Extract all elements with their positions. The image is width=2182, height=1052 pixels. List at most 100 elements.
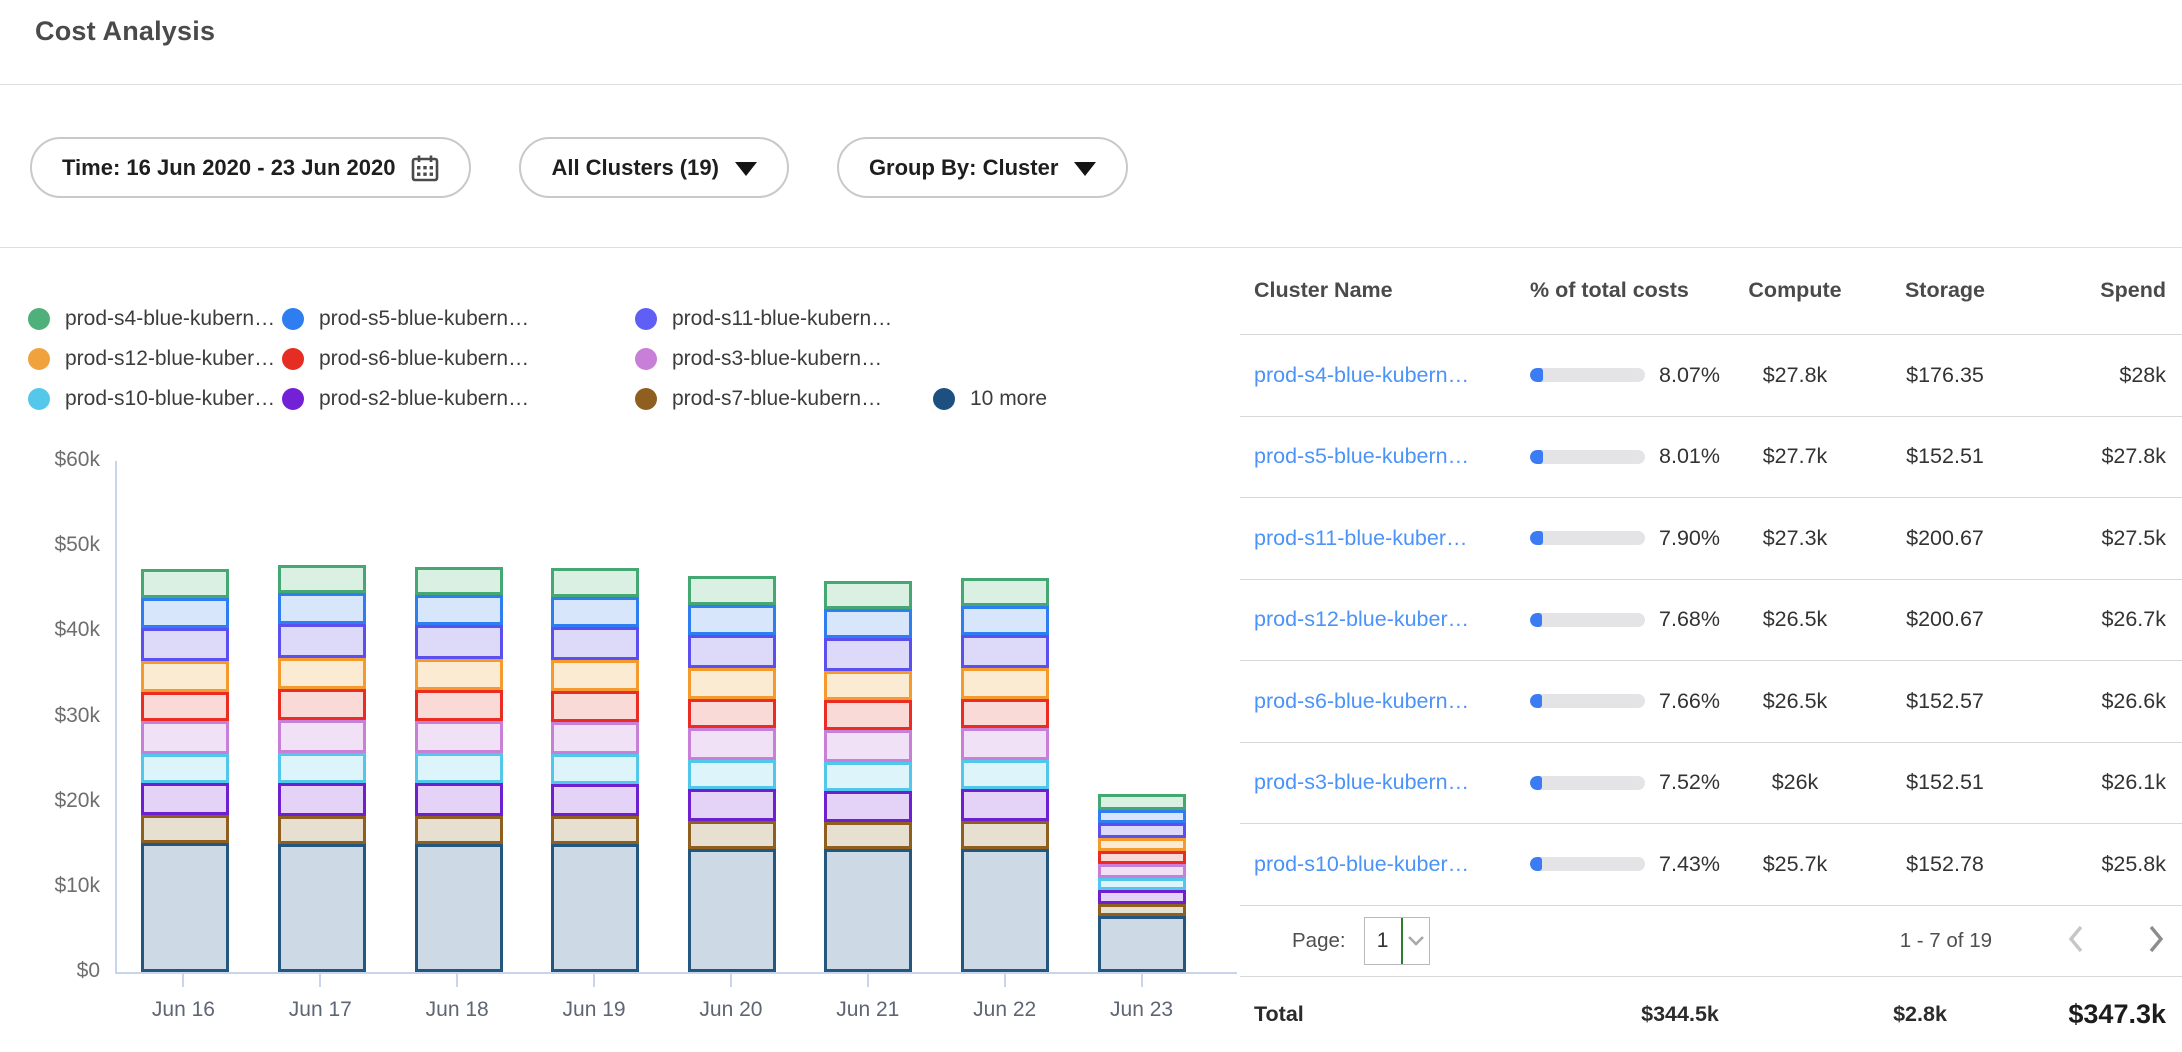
bar-segment[interactable]	[688, 760, 776, 789]
bar-segment[interactable]	[961, 789, 1049, 821]
bar-segment[interactable]	[688, 605, 776, 635]
bar-segment[interactable]	[961, 821, 1049, 848]
bar-segment[interactable]	[141, 628, 229, 661]
bar-segment[interactable]	[1098, 864, 1186, 878]
bar-segment[interactable]	[824, 791, 912, 823]
bar-segment[interactable]	[551, 660, 639, 691]
bar-segment[interactable]	[824, 849, 912, 972]
bar-segment[interactable]	[1098, 916, 1186, 972]
bar-segment[interactable]	[824, 730, 912, 762]
bar-segment[interactable]	[278, 720, 366, 753]
bar-segment[interactable]	[278, 593, 366, 624]
bar-segment[interactable]	[1098, 878, 1186, 891]
stacked-bar-jun-18[interactable]	[415, 567, 503, 972]
legend-item[interactable]: prod-s11-blue-kubern…	[635, 299, 892, 339]
bar-segment[interactable]	[278, 816, 366, 844]
clusters-filter-button[interactable]: All Clusters (19)	[519, 137, 789, 198]
legend-item[interactable]: prod-s3-blue-kubern…	[635, 339, 882, 379]
bar-segment[interactable]	[824, 762, 912, 791]
bar-segment[interactable]	[688, 728, 776, 760]
bar-segment[interactable]	[824, 638, 912, 670]
cluster-name-link[interactable]: prod-s3-blue-kubern…	[1254, 770, 1469, 794]
bar-segment[interactable]	[141, 598, 229, 628]
bar-segment[interactable]	[141, 815, 229, 842]
prev-page-button[interactable]	[2064, 923, 2088, 958]
bar-segment[interactable]	[141, 661, 229, 692]
bar-segment[interactable]	[551, 784, 639, 816]
bar-segment[interactable]	[961, 668, 1049, 699]
bar-segment[interactable]	[1098, 838, 1186, 852]
bar-segment[interactable]	[551, 627, 639, 660]
bar-segment[interactable]	[415, 690, 503, 721]
bar-segment[interactable]	[415, 659, 503, 691]
bar-segment[interactable]	[415, 625, 503, 658]
bar-segment[interactable]	[1098, 851, 1186, 864]
bar-segment[interactable]	[1098, 890, 1186, 904]
bar-segment[interactable]	[415, 753, 503, 783]
bar-segment[interactable]	[278, 658, 366, 690]
bar-segment[interactable]	[688, 635, 776, 668]
bar-segment[interactable]	[551, 722, 639, 754]
bar-segment[interactable]	[551, 597, 639, 627]
stacked-bar-jun-22[interactable]	[961, 578, 1049, 972]
stacked-bar-jun-21[interactable]	[824, 581, 912, 972]
bar-segment[interactable]	[278, 689, 366, 720]
bar-segment[interactable]	[551, 816, 639, 844]
next-page-button[interactable]	[2144, 923, 2168, 958]
bar-segment[interactable]	[824, 609, 912, 638]
bar-segment[interactable]	[688, 821, 776, 848]
bar-segment[interactable]	[1098, 904, 1186, 916]
cluster-name-link[interactable]: prod-s10-blue-kuber…	[1254, 852, 1469, 876]
bar-segment[interactable]	[961, 849, 1049, 973]
page-select[interactable]: 1	[1364, 917, 1430, 965]
bar-segment[interactable]	[688, 576, 776, 605]
bar-segment[interactable]	[961, 606, 1049, 636]
bar-segment[interactable]	[824, 700, 912, 730]
bar-segment[interactable]	[278, 844, 366, 972]
legend-item[interactable]: prod-s2-blue-kubern…	[282, 379, 529, 419]
bar-segment[interactable]	[961, 728, 1049, 760]
bar-segment[interactable]	[961, 699, 1049, 729]
bar-segment[interactable]	[961, 635, 1049, 667]
bar-segment[interactable]	[415, 567, 503, 595]
bar-segment[interactable]	[278, 753, 366, 783]
bar-segment[interactable]	[415, 816, 503, 844]
legend-item[interactable]: prod-s10-blue-kuber…	[28, 379, 275, 419]
bar-segment[interactable]	[551, 844, 639, 972]
bar-segment[interactable]	[688, 849, 776, 973]
cluster-name-link[interactable]: prod-s4-blue-kubern…	[1254, 363, 1469, 387]
bar-segment[interactable]	[824, 822, 912, 849]
cluster-name-link[interactable]: prod-s6-blue-kubern…	[1254, 689, 1469, 713]
cluster-name-link[interactable]: prod-s11-blue-kuber…	[1254, 526, 1468, 550]
stacked-bar-jun-20[interactable]	[688, 576, 776, 972]
legend-item[interactable]: 10 more	[933, 379, 1047, 419]
legend-item[interactable]: prod-s5-blue-kubern…	[282, 299, 529, 339]
cluster-name-link[interactable]: prod-s12-blue-kuber…	[1254, 607, 1469, 631]
bar-segment[interactable]	[961, 760, 1049, 789]
legend-item[interactable]: prod-s4-blue-kubern…	[28, 299, 275, 339]
cluster-name-link[interactable]: prod-s5-blue-kubern…	[1254, 444, 1469, 468]
bar-segment[interactable]	[415, 783, 503, 816]
time-range-button[interactable]: Time: 16 Jun 2020 - 23 Jun 2020	[30, 137, 471, 198]
bar-segment[interactable]	[1098, 810, 1186, 823]
bar-segment[interactable]	[415, 595, 503, 626]
bar-segment[interactable]	[278, 565, 366, 593]
bar-segment[interactable]	[278, 624, 366, 658]
stacked-bar-jun-17[interactable]	[278, 565, 366, 972]
stacked-bar-jun-23[interactable]	[1098, 794, 1186, 972]
legend-item[interactable]: prod-s6-blue-kubern…	[282, 339, 529, 379]
bar-segment[interactable]	[688, 699, 776, 729]
stacked-bar-jun-19[interactable]	[551, 568, 639, 972]
legend-item[interactable]: prod-s12-blue-kuber…	[28, 339, 275, 379]
bar-segment[interactable]	[824, 581, 912, 609]
bar-segment[interactable]	[1098, 823, 1186, 838]
bar-segment[interactable]	[551, 568, 639, 597]
bar-segment[interactable]	[1098, 794, 1186, 810]
bar-segment[interactable]	[688, 668, 776, 699]
bar-segment[interactable]	[141, 569, 229, 598]
bar-segment[interactable]	[141, 783, 229, 815]
bar-segment[interactable]	[415, 721, 503, 753]
bar-segment[interactable]	[688, 789, 776, 821]
bar-segment[interactable]	[551, 754, 639, 784]
bar-segment[interactable]	[551, 691, 639, 722]
